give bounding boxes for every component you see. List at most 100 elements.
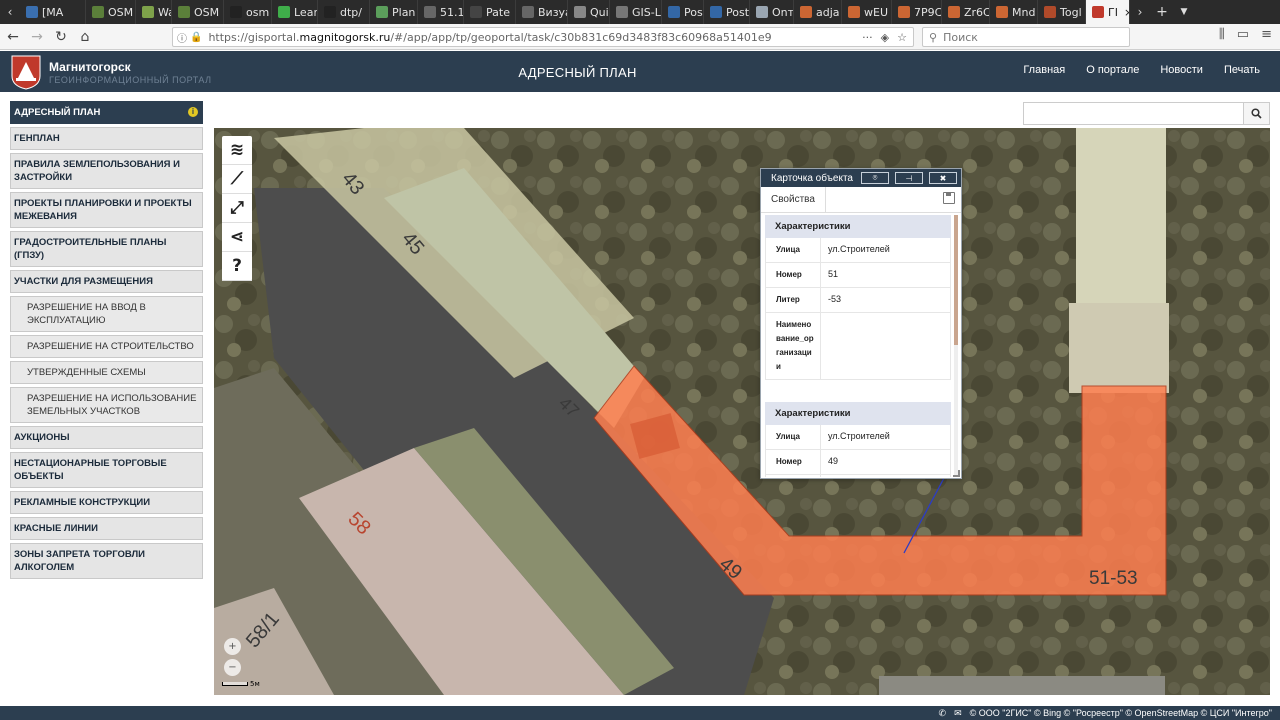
sidebar-item-label: РАЗРЕШЕНИЕ НА ВВОД В ЭКСПЛУАТАЦИЮ [27,302,146,326]
card-scrollbar[interactable] [954,215,958,475]
property-row: Литер -53 [765,288,951,313]
browser-tab[interactable]: Zr6C [942,0,990,24]
browser-tab[interactable]: OSM Lo [86,0,136,24]
reload-button[interactable]: ↻ [50,26,72,48]
tab-label: GIS-Lab [632,5,661,19]
scale-bar: 5м [222,680,260,688]
url-bar[interactable]: ⓘ 🔒 https://gisportal.magnitogorsk.ru/#/… [172,27,914,47]
site-info-icon[interactable]: ⓘ [177,30,187,45]
sidebar-item[interactable]: ПРОЕКТЫ ПЛАНИРОВКИ И ПРОЕКТЫ МЕЖЕВАНИЯ [10,192,203,228]
zoom-out-button[interactable]: − [224,659,241,676]
tab-scroll-right-icon[interactable]: › [1130,0,1150,24]
fullscreen-button[interactable]: ⤢ [222,194,252,223]
share-button[interactable]: ⋖ [222,223,252,252]
page-actions-icon[interactable]: ··· [862,31,873,44]
browser-tab[interactable]: OSM Lo [172,0,224,24]
tab-label: 7P9C [914,5,942,19]
pocket-icon[interactable]: ◈ [881,31,889,44]
browser-tab[interactable]: Визуал [516,0,568,24]
sidebar-item[interactable]: АУКЦИОНЫ [10,426,203,449]
browser-tab[interactable]: GIS-Lab [610,0,662,24]
browser-tab[interactable]: dtp/ [318,0,370,24]
browser-search-field[interactable]: ⚲ Поиск [922,27,1130,47]
search-icon [1251,108,1262,119]
tab-properties[interactable]: Свойства [761,186,826,213]
nav-link-news[interactable]: Новости [1160,64,1203,76]
dock-card-button[interactable]: ⊣ [895,172,923,184]
new-tab-button[interactable]: + [1150,0,1174,24]
browser-tab[interactable]: 51.15.19 [418,0,464,24]
nav-link-home[interactable]: Главная [1023,64,1065,76]
sidebar-item[interactable]: РАЗРЕШЕНИЕ НА ВВОД В ЭКСПЛУАТАЦИЮ [10,296,203,332]
tab-label: adjа [816,5,840,19]
ruler-button[interactable]: ⟋ [222,165,252,194]
browser-tab[interactable]: Post [704,0,750,24]
browser-tab[interactable]: Pate [464,0,516,24]
card-scrollbar-thumb[interactable] [954,215,958,345]
browser-tab[interactable]: Way [136,0,172,24]
sidebar-item[interactable]: ПРАВИЛА ЗЕМЛЕПОЛЬЗОВАНИЯ И ЗАСТРОЙКИ [10,153,203,189]
sidebar-item[interactable]: АДРЕСНЫЙ ПЛАН i [10,101,203,124]
zoom-in-button[interactable]: + [224,638,241,655]
back-button[interactable]: ← [2,26,24,48]
property-value: 51 [828,269,839,279]
object-card-popup: Карточка объекта ⌾ ⊣ ✖ Свойства Характер… [760,168,962,479]
browser-tab[interactable]: Mnd [990,0,1038,24]
browser-tab[interactable]: Post [662,0,704,24]
browser-tab[interactable]: wEU [842,0,892,24]
map-search-button[interactable] [1243,103,1269,124]
map-search-input[interactable] [1024,103,1244,124]
pin-location-button[interactable]: ⌾ [861,172,889,184]
url-text[interactable]: https://gisportal.magnitogorsk.ru/#/app/… [208,31,771,44]
map-view[interactable]: 43 45 47 49 51-53 58 58/1 ≋ ⟋ ⤢ ⋖? + − 5м [214,128,1270,695]
browser-tab[interactable]: Togl [1038,0,1086,24]
forward-button[interactable]: → [26,26,48,48]
browser-tab[interactable]: Onте [750,0,794,24]
sidebar-item[interactable]: РЕКЛАМНЫЕ КОНСТРУКЦИИ [10,491,203,514]
sidebar-item[interactable]: ЗОНЫ ЗАПРЕТА ТОРГОВЛИ АЛКОГОЛЕМ [10,543,203,579]
browser-tab[interactable]: osm [224,0,272,24]
nav-link-about[interactable]: О портале [1086,64,1139,76]
hamburger-menu-icon[interactable]: ≡ [1261,27,1272,42]
sidebar-item[interactable]: КРАСНЫЕ ЛИНИИ [10,517,203,540]
attribution-footer: ✆ ✉ © ООО "2ГИС" © Bing © "Росреестр" © … [0,706,1280,720]
resize-handle-icon[interactable] [953,470,960,477]
info-icon[interactable]: i [188,107,198,117]
layers-button[interactable]: ≋ [222,136,252,165]
sidebar-item[interactable]: РАЗРЕШЕНИЕ НА ИСПОЛЬЗОВАНИЕ ЗЕМЕЛЬНЫХ УЧ… [10,387,203,423]
satellite-imagery[interactable] [214,128,1270,695]
browser-tab[interactable]: Plan [370,0,418,24]
sidebar-item[interactable]: УЧАСТКИ ДЛЯ РАЗМЕЩЕНИЯ [10,270,203,293]
tab-scroll-left-icon[interactable]: ‹ [0,0,20,24]
property-row: Улица ул.Строителей [765,238,951,263]
sidebar-item[interactable]: ГЕНПЛАН [10,127,203,150]
browser-tab[interactable]: Quic [568,0,610,24]
help-button[interactable]: ? [222,252,252,281]
site-header: Магнитогорск ГЕОИНФОРМАЦИОННЫЙ ПОРТАЛ АД… [0,51,1280,92]
card-header[interactable]: Карточка объекта ⌾ ⊣ ✖ [761,169,961,187]
sidebar-item[interactable]: НЕСТАЦИОНАРНЫЕ ТОРГОВЫЕ ОБЪЕКТЫ [10,452,203,488]
property-key: Улица [766,425,821,449]
property-group-title: Характеристики [765,215,951,238]
tab-label: Way [158,5,171,19]
library-icon[interactable]: ⫼ [1219,27,1225,42]
tab-list-menu-icon[interactable]: ▼ [1174,0,1194,24]
save-icon[interactable] [943,192,955,204]
bookmark-star-icon[interactable]: ☆ [897,31,907,44]
close-card-button[interactable]: ✖ [929,172,957,184]
browser-tab[interactable]: [MA [20,0,86,24]
sidebar-toggle-icon[interactable]: ▭ [1237,27,1249,42]
browser-tab[interactable]: ГІ× [1086,0,1130,24]
tab-label: ГІ [1108,5,1118,19]
mail-icon[interactable]: ✉ [954,708,962,719]
browser-tab[interactable]: Lear [272,0,318,24]
nav-link-print[interactable]: Печать [1224,64,1260,76]
tab-label: Post [684,5,703,19]
browser-tab[interactable]: 7P9C [892,0,942,24]
sidebar-item[interactable]: ГРАДОСТРОИТЕЛЬНЫЕ ПЛАНЫ (ГПЗУ) [10,231,203,267]
home-button[interactable]: ⌂ [74,26,96,48]
browser-tab[interactable]: adjа [794,0,842,24]
phone-icon[interactable]: ✆ [939,708,947,719]
sidebar-item[interactable]: УТВЕРЖДЕННЫЕ СХЕМЫ [10,361,203,384]
sidebar-item[interactable]: РАЗРЕШЕНИЕ НА СТРОИТЕЛЬСТВО [10,335,203,358]
